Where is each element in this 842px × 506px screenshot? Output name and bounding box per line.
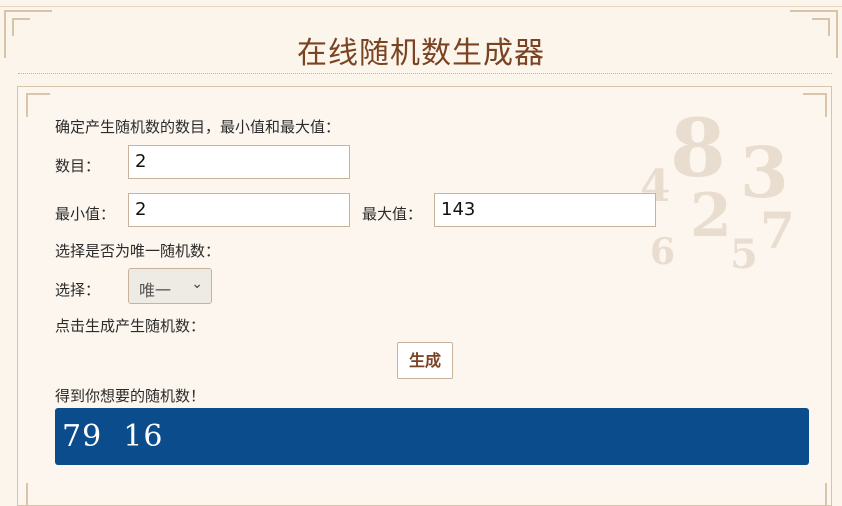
generate-prompt: 点击生成产生随机数： bbox=[55, 317, 206, 335]
min-label: 最小值： bbox=[55, 205, 116, 223]
count-input[interactable]: 2 bbox=[128, 145, 350, 179]
intro-text: 确定产生随机数的数目，最小值和最大值： bbox=[55, 118, 341, 136]
unique-select-value: 唯一 bbox=[139, 281, 172, 300]
decorative-numbers-background: 8 3 2 7 4 5 6 bbox=[640, 101, 795, 278]
chevron-down-icon: ⌄ bbox=[191, 276, 203, 292]
generate-button[interactable]: 生成 bbox=[397, 342, 453, 379]
panel-corner-bottom-right bbox=[803, 483, 827, 505]
select-label: 选择： bbox=[55, 281, 101, 299]
unique-prompt: 选择是否为唯一随机数： bbox=[55, 242, 221, 260]
result-prompt: 得到你想要的随机数！ bbox=[55, 387, 206, 405]
max-label: 最大值： bbox=[362, 205, 423, 223]
page-title: 在线随机数生成器 bbox=[297, 36, 545, 71]
panel-corner-top-left bbox=[26, 93, 50, 117]
count-label: 数目： bbox=[55, 157, 101, 175]
max-input[interactable]: 143 bbox=[434, 193, 656, 227]
unique-select[interactable]: 唯一 ⌄ bbox=[128, 268, 212, 304]
panel-corner-bottom-left bbox=[26, 483, 50, 505]
min-input[interactable]: 2 bbox=[128, 193, 350, 227]
title-divider bbox=[18, 73, 832, 74]
result-display: 79 16 bbox=[55, 408, 809, 465]
